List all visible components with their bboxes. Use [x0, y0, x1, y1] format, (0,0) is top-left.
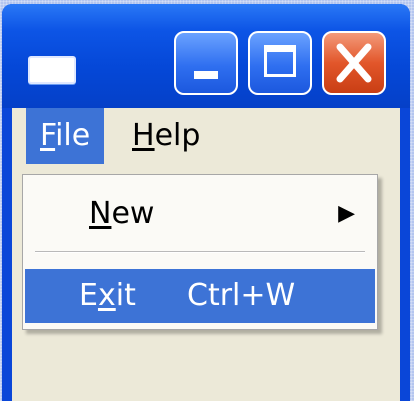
file-dropdown-menu: New ▶ Exit Ctrl+W — [22, 174, 378, 330]
menu-item-exit-label-pre: E — [79, 278, 98, 313]
maximize-button[interactable] — [248, 31, 312, 95]
close-button[interactable] — [322, 31, 386, 95]
window-icon[interactable] — [28, 56, 76, 84]
submenu-arrow-icon: ▶ — [338, 201, 355, 226]
menu-item-exit-label-rest: it — [115, 278, 136, 313]
minimize-button[interactable] — [174, 31, 238, 95]
maximize-icon — [264, 45, 296, 77]
menu-help-mnemonic: H — [132, 118, 155, 153]
menu-item-exit-shortcut: Ctrl+W — [187, 278, 296, 313]
menu-item-new-label-rest: ew — [111, 196, 155, 231]
application-window: File Help New ▶ Exit Ctrl+W — [2, 4, 410, 401]
menu-item-new-mnemonic: N — [89, 196, 112, 231]
menu-item-exit[interactable]: Exit Ctrl+W — [25, 269, 375, 323]
menu-item-exit-label: Exit — [79, 269, 136, 323]
menu-item-new[interactable]: New ▶ — [25, 187, 375, 241]
menu-help-label: elp — [154, 118, 201, 153]
menu-file-mnemonic: F — [40, 118, 56, 153]
menu-file-label: ile — [55, 118, 91, 153]
menu-item-exit-mnemonic: x — [97, 278, 116, 313]
title-bar[interactable] — [2, 4, 410, 108]
menu-item-new-label: New — [89, 187, 154, 241]
close-icon — [336, 43, 372, 83]
menu-bar: File Help — [12, 108, 400, 164]
minimize-icon — [194, 71, 218, 79]
menu-separator — [35, 251, 365, 253]
menu-file[interactable]: File — [26, 108, 105, 164]
menu-help[interactable]: Help — [132, 108, 200, 164]
